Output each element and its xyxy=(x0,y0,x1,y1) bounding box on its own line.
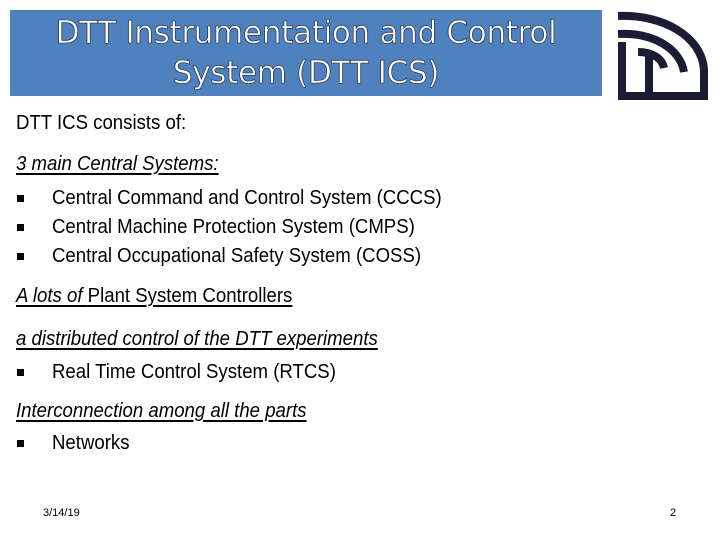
list-item-text: Central Machine Protection System (CMPS) xyxy=(52,216,415,238)
slide-title-line-2: System (DTT ICS) xyxy=(172,55,440,92)
section-heading-plain: Plant System Controllers xyxy=(87,285,293,307)
square-bullet-icon xyxy=(17,253,24,260)
section-heading-central-systems: 3 main Central Systems: xyxy=(16,153,219,176)
list-item-text: Central Command and Control System (CCCS… xyxy=(52,187,442,209)
section-heading-italic: 3 main Central Systems: xyxy=(16,153,219,175)
square-bullet-icon xyxy=(17,195,24,202)
square-bullet-icon xyxy=(17,369,24,376)
list-item-text: Networks xyxy=(52,432,130,454)
list-item-text: Real Time Control System (RTCS) xyxy=(52,361,336,383)
section-heading-interconnection: Interconnection among all the parts xyxy=(16,400,307,423)
list-item-text: Central Occupational Safety System (COSS… xyxy=(52,245,422,267)
section-heading-italic: Interconnection among all the parts xyxy=(16,400,307,422)
footer-page-number: 2 xyxy=(670,507,677,519)
intro-text: DTT ICS consists of: xyxy=(16,112,187,134)
list-item: Central Command and Control System (CCCS… xyxy=(0,187,720,213)
square-bullet-icon xyxy=(17,224,24,231)
section-heading-italic: a distributed control of the DTT experim… xyxy=(16,328,378,350)
list-item: Real Time Control System (RTCS) xyxy=(0,361,720,387)
list-item: Networks xyxy=(0,432,720,458)
list-item: Central Occupational Safety System (COSS… xyxy=(0,245,720,271)
square-bullet-icon xyxy=(17,440,24,447)
section-heading-distributed-control: a distributed control of the DTT experim… xyxy=(16,328,378,351)
list-item: Central Machine Protection System (CMPS) xyxy=(0,216,720,242)
section-heading-plant-systems: A lots of Plant System Controllers xyxy=(16,285,292,308)
dtt-logo-icon xyxy=(617,11,708,100)
footer-date: 3/14/19 xyxy=(43,507,80,519)
slide-title-line-1: DTT Instrumentation and Control xyxy=(55,15,557,52)
title-banner: DTT Instrumentation and Control System (… xyxy=(10,10,602,96)
section-heading-italic: A lots of xyxy=(16,285,88,307)
